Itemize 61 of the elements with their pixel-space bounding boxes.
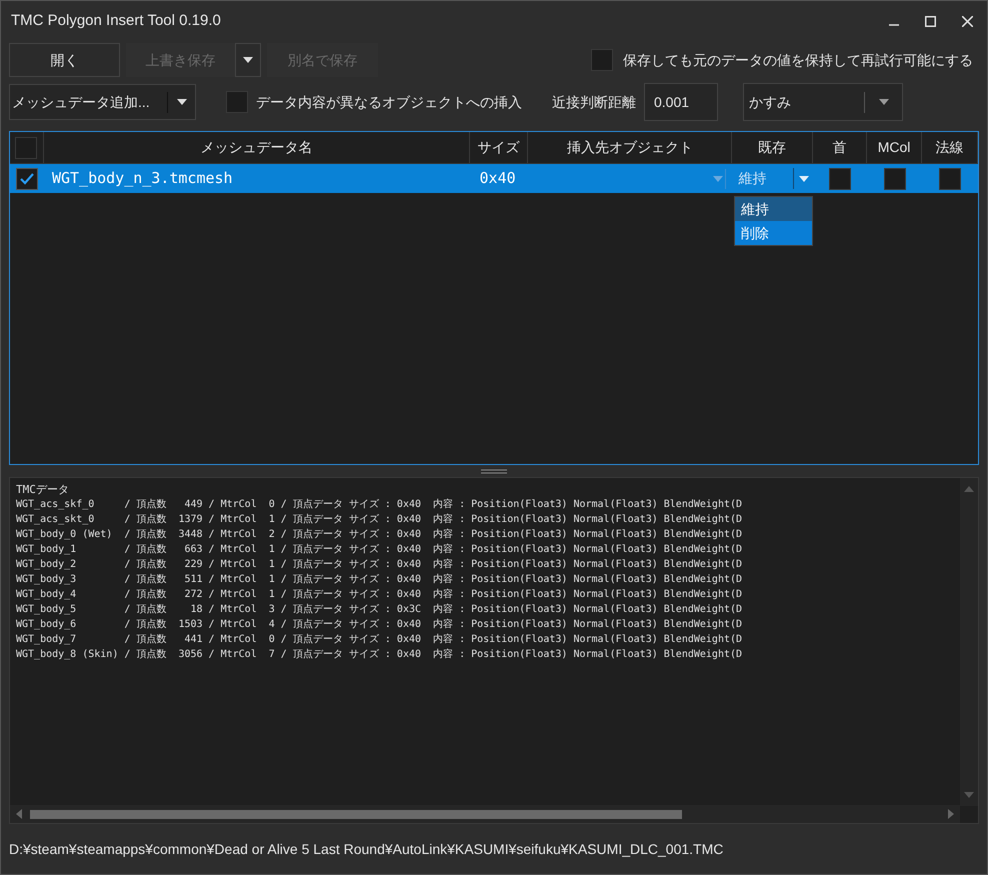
log-title: TMCデータ — [16, 482, 69, 497]
menu-item[interactable]: 削除 — [735, 221, 812, 245]
scroll-thumb[interactable] — [30, 810, 682, 818]
table-cell: 0x40 — [480, 168, 516, 186]
column-header[interactable]: メッシュデータ名 — [44, 132, 470, 163]
log-line: WGT_body_5 / 頂点数 18 / MtrCol 3 / 頂点データ サイズ : 0x3C 内容 : Position(Float3) Normal(Float3) BlendWeight(D — [16, 602, 742, 617]
distance-field[interactable]: 0.001 — [644, 83, 718, 121]
log-line: WGT_body_3 / 頂点数 511 / MtrCol 1 / 頂点データ サイズ : 0x40 内容 : Position(Float3) Normal(Float3) BlendWeight(D — [16, 572, 742, 587]
object-dropdown[interactable] — [710, 168, 726, 188]
caret-icon — [243, 57, 253, 63]
checkbox[interactable] — [884, 168, 906, 190]
column-header[interactable]: サイズ — [470, 132, 528, 163]
splitter-grip-icon[interactable] — [481, 468, 507, 474]
table-row[interactable]: WGT_body_n_3.tmcmesh 0x40 維持 — [10, 164, 978, 193]
scroll-down-icon[interactable] — [964, 792, 974, 798]
distance-label: 近接判断距離 — [552, 92, 636, 112]
scroll-right-icon[interactable] — [948, 809, 954, 819]
checkbox-label: 保存しても元のデータの値を保持して再試行可能にする — [623, 50, 973, 70]
toolbar-button[interactable]: 開く — [9, 43, 120, 77]
caret-icon — [798, 176, 809, 182]
caret-icon — [712, 176, 723, 182]
checkbox[interactable] — [226, 91, 248, 113]
horizontal-scrollbar[interactable] — [10, 805, 960, 823]
dropdown-value: メッシュデータ追加... — [10, 92, 168, 112]
close-icon[interactable] — [962, 16, 973, 26]
vertical-scrollbar[interactable] — [960, 478, 978, 806]
checkbox[interactable] — [16, 168, 38, 190]
checkbox[interactable] — [591, 49, 613, 71]
log-line: WGT_body_1 / 頂点数 663 / MtrCol 1 / 頂点データ サイズ : 0x40 内容 : Position(Float3) Normal(Float3) BlendWeight(D — [16, 542, 742, 557]
checkbox[interactable] — [829, 168, 852, 190]
log-line: WGT_body_6 / 頂点数 1503 / MtrCol 4 / 頂点データ サイズ : 0x40 内容 : Position(Float3) Normal(Float3) BlendWeight(D — [16, 618, 742, 632]
caret-icon — [878, 99, 888, 105]
dropdown-value: かすみ — [744, 92, 865, 112]
checkmark-icon — [20, 172, 34, 184]
window-title: TMC Polygon Insert Tool 0.19.0 — [11, 10, 221, 31]
log-line: WGT_body_0 (Wet) / 頂点数 3448 / MtrCol 2 / 頂点データ サイズ : 0x40 内容 : Position(Float3) Normal(Float3) BlendWeight(D — [16, 528, 742, 542]
log-line: WGT_body_4 / 頂点数 272 / MtrCol 1 / 頂点データ サイズ : 0x40 内容 : Position(Float3) Normal(Float3) BlendWeight(D — [16, 588, 742, 602]
menu-item[interactable]: 維持 — [735, 197, 812, 221]
dropdown-button[interactable] — [235, 43, 261, 77]
table-cell: WGT_body_n_3.tmcmesh — [52, 168, 233, 186]
mesh-add-dropdown[interactable]: メッシュデータ追加... — [9, 84, 196, 120]
column-header[interactable]: MCol — [867, 132, 922, 163]
dropdown-value: 維持 — [732, 168, 794, 189]
character-dropdown[interactable]: かすみ — [743, 83, 903, 121]
column-header[interactable]: 挿入先オブジェクト — [528, 132, 732, 163]
caret-icon — [176, 99, 186, 105]
column-header[interactable]: 首 — [813, 132, 868, 163]
log-line: WGT_body_2 / 頂点数 229 / MtrCol 1 / 頂点データ サイズ : 0x40 内容 : Position(Float3) Normal(Float3) BlendWeight(D — [16, 558, 742, 572]
column-header[interactable]: 法線 — [922, 132, 978, 163]
log-line: WGT_acs_skt_0 / 頂点数 1379 / MtrCol 1 / 頂点データ サイズ : 0x40 内容 : Position(Float3) Normal(Float3) BlendWeight(D — [16, 512, 742, 527]
log-line: WGT_body_8 (Skin) / 頂点数 3056 / MtrCol 7 / 頂点データ サイズ : 0x40 内容 : Position(Float3) Normal(Float3) BlendWeight(D — [16, 648, 742, 662]
log-line: WGT_body_7 / 頂点数 441 / MtrCol 0 / 頂点データ サイズ : 0x40 内容 : Position(Float3) Normal(Float3) BlendWeight(D — [16, 632, 742, 647]
scroll-left-icon[interactable] — [16, 809, 22, 819]
scroll-up-icon[interactable] — [964, 486, 974, 492]
checkbox[interactable] — [939, 168, 962, 190]
maximize-icon[interactable] — [925, 16, 936, 26]
select-all-checkbox[interactable] — [15, 136, 38, 158]
checkbox-label: データ内容が異なるオブジェクトへの挿入 — [256, 92, 522, 112]
log-line: WGT_acs_skf_0 / 頂点数 449 / MtrCol 0 / 頂点データ サイズ : 0x40 内容 : Position(Float3) Normal(Float3) BlendWeight(D — [16, 498, 742, 512]
status-path: D:¥steam¥steamapps¥common¥Dead or Alive 5 Last Round¥AutoLink¥KASUMI¥seifuku¥KASUMI_DLC_001.TMC — [9, 840, 724, 859]
column-header[interactable]: 既存 — [732, 132, 814, 163]
